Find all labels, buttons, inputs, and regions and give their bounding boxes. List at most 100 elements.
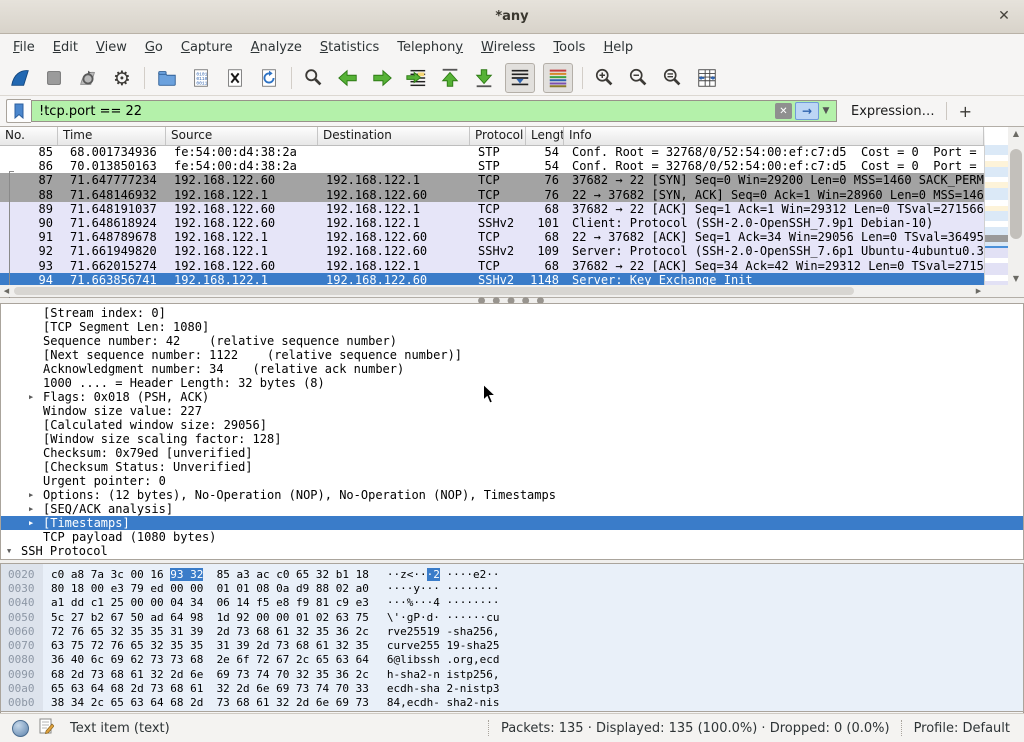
hex-bytes[interactable]: 68 2d 73 68 61 32 2d 6e 69 73 74 70 32 3… [51, 668, 369, 681]
menu-file[interactable]: File [4, 37, 44, 58]
detail-line[interactable]: Window size value: 227 [1, 404, 1023, 418]
filter-dropdown-icon[interactable]: ▼ [819, 103, 833, 119]
open-file-icon[interactable] [154, 65, 180, 91]
packet-row[interactable]: 9371.662015274192.168.122.60192.168.122.… [0, 259, 985, 273]
clear-filter-icon[interactable]: ✕ [775, 103, 792, 119]
display-filter-value[interactable]: !tcp.port == 22 [39, 104, 775, 119]
menu-go[interactable]: Go [136, 37, 172, 58]
apply-filter-icon[interactable]: → [795, 102, 819, 120]
start-capture-icon[interactable] [7, 65, 33, 91]
detail-line[interactable]: Acknowledgment number: 34 (relative ack … [1, 362, 1023, 376]
packet-list-vscrollbar[interactable]: ▲ ▼ [1008, 127, 1024, 285]
packet-row[interactable]: 8670.013850163fe:54:00:d4:38:2aSTP54Conf… [0, 159, 985, 173]
intelligent-scrollbar-minimap[interactable] [984, 145, 1008, 285]
menu-analyze[interactable]: Analyze [242, 37, 311, 58]
menu-wireless[interactable]: Wireless [472, 37, 544, 58]
hex-ascii[interactable]: \'·gP·d· ······cu [387, 611, 500, 624]
packet-row[interactable]: 9171.648789678192.168.122.1192.168.122.6… [0, 230, 985, 244]
detail-line[interactable]: Checksum: 0x79ed [unverified] [1, 446, 1023, 460]
column-header-no[interactable]: No. [0, 127, 58, 145]
detail-line[interactable]: TCP payload (1080 bytes) [1, 530, 1023, 544]
go-first-icon[interactable] [437, 65, 463, 91]
save-file-icon[interactable]: 010101100011 [188, 65, 214, 91]
packet-row[interactable]: 8568.001734936fe:54:00:d4:38:2aSTP54Conf… [0, 145, 985, 159]
close-file-icon[interactable] [222, 65, 248, 91]
go-last-icon[interactable] [471, 65, 497, 91]
go-forward-icon[interactable] [369, 65, 395, 91]
hex-bytes[interactable]: 36 40 6c 69 62 73 73 68 2e 6f 72 67 2c 6… [51, 653, 369, 666]
auto-scroll-icon[interactable] [505, 63, 535, 93]
hex-row[interactable]: 009068 2d 73 68 61 32 2d 6e 69 73 74 70 … [1, 667, 1023, 681]
hex-bytes[interactable]: 80 18 00 e3 79 ed 00 00 01 01 08 0a d9 8… [51, 582, 369, 595]
column-header-destination[interactable]: Destination [318, 127, 470, 145]
detail-line[interactable]: ▶Options: (12 bytes), No-Operation (NOP)… [1, 488, 1023, 502]
vscroll-thumb[interactable] [1010, 149, 1022, 239]
display-filter-input[interactable]: !tcp.port == 22 ✕ → ▼ [31, 100, 837, 122]
packet-row[interactable]: 9471.663856741192.168.122.1192.168.122.6… [0, 273, 985, 285]
bookmark-icon[interactable] [6, 99, 31, 123]
detail-line[interactable]: [Stream index: 0] [1, 306, 1023, 320]
hex-row[interactable]: 00505c 27 b2 67 50 ad 64 98 1d 92 00 00 … [1, 610, 1023, 624]
menu-help[interactable]: Help [594, 37, 642, 58]
hex-ascii[interactable]: ··z<···2 ····e2·· [387, 568, 500, 581]
packet-row[interactable]: 8971.648191037192.168.122.60192.168.122.… [0, 202, 985, 216]
expander-closed-icon[interactable]: ▶ [29, 519, 43, 527]
packet-row[interactable]: 8771.647777234192.168.122.60192.168.122.… [0, 173, 985, 187]
scroll-right-icon[interactable]: ▶ [972, 285, 985, 297]
packet-list-header[interactable]: No.TimeSourceDestinationProtocolLengthIn… [0, 127, 985, 146]
hex-ascii[interactable]: curve255 19-sha25 [387, 639, 500, 652]
hex-ascii[interactable]: ···%···4 ········ [387, 596, 500, 609]
reload-file-icon[interactable] [256, 65, 282, 91]
expander-closed-icon[interactable]: ▶ [29, 505, 43, 513]
zoom-in-icon[interactable] [592, 65, 618, 91]
hex-ascii[interactable]: ecdh-sha 2-nistp3 [387, 682, 500, 695]
column-header-info[interactable]: Info [564, 127, 984, 145]
hex-bytes[interactable]: 65 63 64 68 2d 73 68 61 32 2d 6e 69 73 7… [51, 682, 369, 695]
hex-row[interactable]: 008036 40 6c 69 62 73 73 68 2e 6f 72 67 … [1, 653, 1023, 667]
resize-columns-icon[interactable] [694, 65, 720, 91]
zoom-out-icon[interactable] [626, 65, 652, 91]
hex-row[interactable]: 007063 75 72 76 65 32 35 35 31 39 2d 73 … [1, 638, 1023, 652]
detail-line[interactable]: [Checksum Status: Unverified] [1, 460, 1023, 474]
add-filter-button[interactable]: + [947, 102, 984, 121]
hex-row[interactable]: 00a065 63 64 68 2d 73 68 61 32 2d 6e 69 … [1, 681, 1023, 695]
colorize-icon[interactable] [543, 63, 573, 93]
hex-ascii[interactable]: 84,ecdh- sha2-nis [387, 696, 500, 709]
hex-bytes[interactable]: 63 75 72 76 65 32 35 35 31 39 2d 73 68 6… [51, 639, 369, 652]
go-to-packet-icon[interactable] [403, 65, 429, 91]
column-header-time[interactable]: Time [58, 127, 166, 145]
restart-capture-icon[interactable] [75, 65, 101, 91]
menu-tools[interactable]: Tools [544, 37, 594, 58]
capture-options-icon[interactable]: ⚙ [109, 65, 135, 91]
detail-line[interactable]: ▶Flags: 0x018 (PSH, ACK) [1, 390, 1023, 404]
hex-bytes[interactable]: 5c 27 b2 67 50 ad 64 98 1d 92 00 00 01 0… [51, 611, 369, 624]
close-window-icon[interactable]: ✕ [994, 6, 1014, 26]
hex-bytes[interactable]: 72 76 65 32 35 35 31 39 2d 73 68 61 32 3… [51, 625, 369, 638]
detail-line[interactable]: 1000 .... = Header Length: 32 bytes (8) [1, 376, 1023, 390]
hex-bytes[interactable]: a1 dd c1 25 00 00 04 34 06 14 f5 e8 f9 8… [51, 596, 369, 609]
detail-line[interactable]: [Next sequence number: 1122 (relative se… [1, 348, 1023, 362]
scroll-down-icon[interactable]: ▼ [1008, 272, 1024, 285]
hex-ascii[interactable]: ····y··· ········ [387, 582, 500, 595]
expander-open-icon[interactable]: ▼ [7, 547, 21, 555]
expression-button[interactable]: Expression… [837, 104, 946, 119]
menu-view[interactable]: View [87, 37, 136, 58]
hex-row[interactable]: 0020c0 a8 7a 3c 00 16 93 32 85 a3 ac c0 … [1, 567, 1023, 581]
find-packet-icon[interactable] [301, 65, 327, 91]
hex-bytes[interactable]: c0 a8 7a 3c 00 16 93 32 85 a3 ac c0 65 3… [51, 568, 369, 581]
hex-ascii[interactable]: 6@libssh .org,ecd [387, 653, 500, 666]
detail-line[interactable]: ▶[Timestamps] [1, 516, 1023, 530]
expander-closed-icon[interactable]: ▶ [29, 491, 43, 499]
column-header-protocol[interactable]: Protocol [470, 127, 526, 145]
hex-ascii[interactable]: rve25519 -sha256, [387, 625, 500, 638]
scroll-left-icon[interactable]: ◀ [0, 285, 13, 297]
hex-bytes[interactable]: 38 34 2c 65 63 64 68 2d 73 68 61 32 2d 6… [51, 696, 369, 709]
stop-capture-icon[interactable] [41, 65, 67, 91]
expander-closed-icon[interactable]: ▶ [29, 393, 43, 401]
hex-row[interactable]: 006072 76 65 32 35 35 31 39 2d 73 68 61 … [1, 624, 1023, 638]
detail-line[interactable]: [Calculated window size: 29056] [1, 418, 1023, 432]
menu-capture[interactable]: Capture [172, 37, 242, 58]
expert-info-icon[interactable] [12, 720, 29, 737]
menu-statistics[interactable]: Statistics [311, 37, 388, 58]
go-back-icon[interactable] [335, 65, 361, 91]
